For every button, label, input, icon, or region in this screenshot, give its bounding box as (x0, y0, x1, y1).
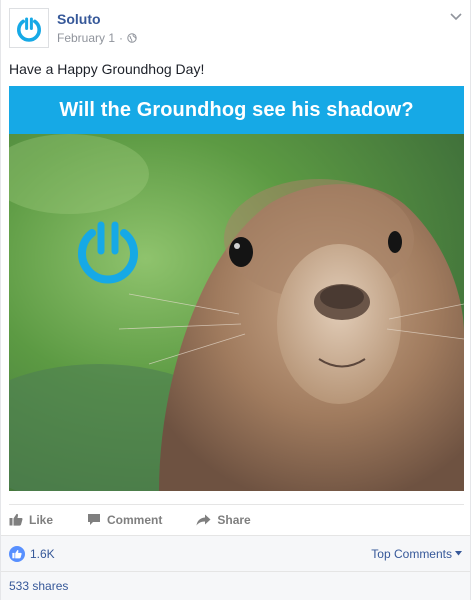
post-meta: February 1 · (57, 31, 137, 45)
post-photo[interactable]: Will the Groundhog see his shadow? (9, 86, 464, 491)
share-arrow-icon (196, 514, 211, 525)
comment-label: Comment (107, 512, 163, 527)
post-header: Soluto February 1 · (9, 8, 464, 50)
post-options-chevron-icon[interactable] (450, 10, 462, 24)
shares-bar: 533 shares (1, 571, 470, 600)
comment-icon (88, 514, 101, 525)
shares-count[interactable]: 533 shares (9, 579, 68, 593)
like-count[interactable]: 1.6K (30, 547, 55, 561)
post-message: Have a Happy Groundhog Day! (9, 61, 205, 77)
groundhog-image (9, 134, 464, 491)
share-label: Share (217, 512, 251, 527)
top-comments-dropdown[interactable]: Top Comments (371, 547, 462, 561)
thumbs-up-icon (9, 513, 23, 526)
like-button[interactable]: Like (9, 513, 53, 527)
globe-icon (127, 33, 137, 43)
top-comments-label: Top Comments (371, 546, 452, 561)
meta-separator: · (119, 31, 124, 45)
facebook-post: Soluto February 1 · Have a Happy Groundh… (0, 0, 471, 600)
post-actions: Like Comment Share (9, 504, 464, 534)
like-label: Like (29, 512, 54, 527)
share-button[interactable]: Share (196, 512, 251, 527)
page-name-link[interactable]: Soluto (57, 11, 101, 27)
like-reaction-icon (9, 545, 25, 562)
post-date[interactable]: February 1 (57, 31, 115, 45)
comment-button[interactable]: Comment (87, 513, 162, 527)
soluto-logo-icon (17, 17, 41, 42)
banner-text: Will the Groundhog see his shadow? (59, 98, 414, 121)
reactions-bar: 1.6K Top Comments (1, 535, 470, 571)
photo-banner: Will the Groundhog see his shadow? (9, 86, 464, 134)
page-avatar[interactable] (9, 8, 49, 48)
dropdown-caret-icon (455, 551, 462, 556)
